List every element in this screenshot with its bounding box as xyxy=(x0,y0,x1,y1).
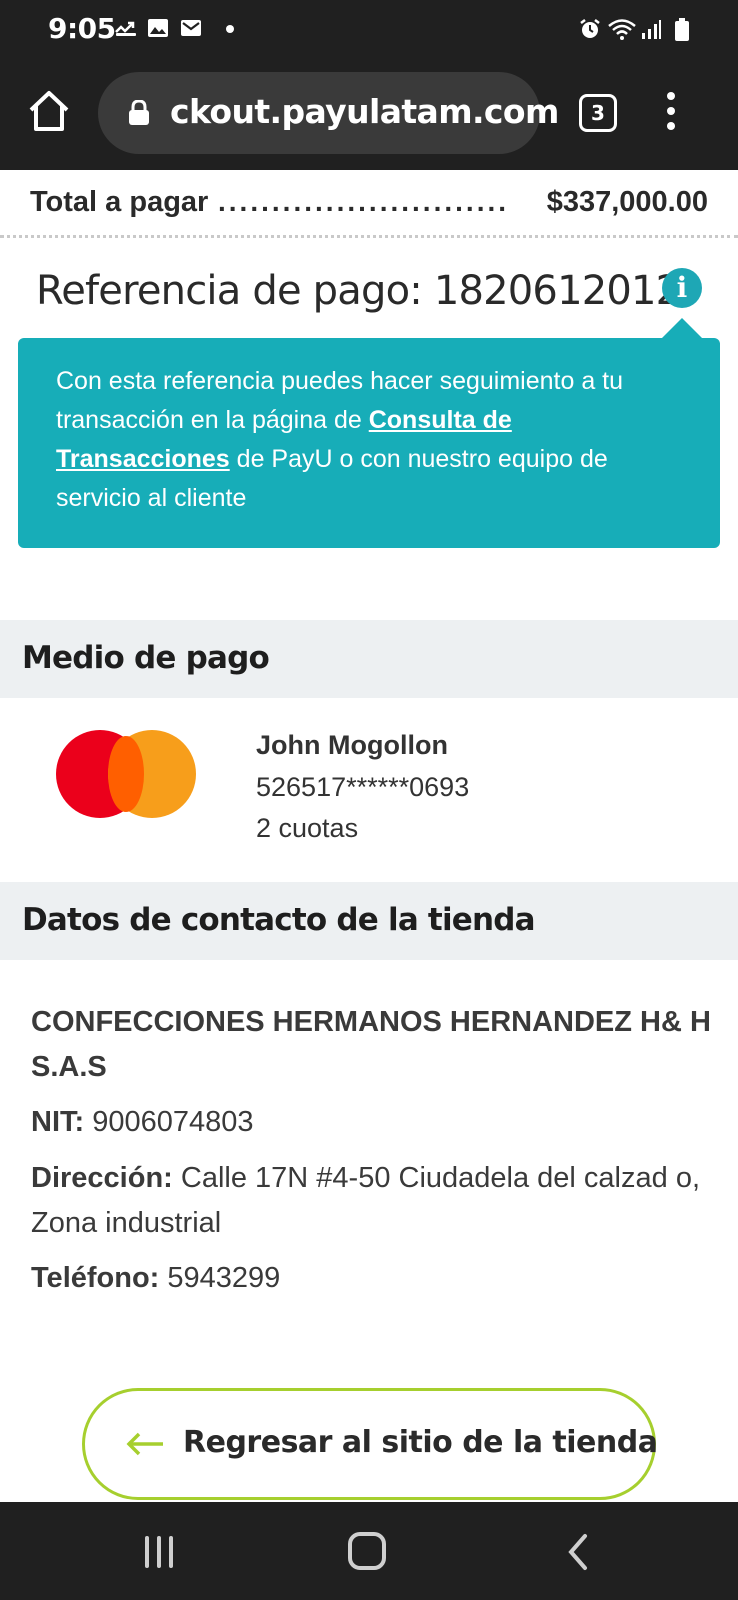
total-value: $337,000.00 xyxy=(546,186,708,218)
phone-label: Teléfono: xyxy=(31,1262,160,1294)
tab-switcher-button[interactable]: 3 xyxy=(579,94,617,132)
lock-icon xyxy=(129,100,149,125)
mastercard-logo xyxy=(56,730,196,818)
store-nit: NIT: 9006074803 xyxy=(31,1100,721,1145)
store-contact-title: Datos de contacto de la tienda xyxy=(22,902,536,938)
tooltip-text: Con esta referencia puedes hacer seguimi… xyxy=(56,362,686,518)
browser-toolbar: ckout.payulatam.com 3 xyxy=(0,58,738,170)
wifi-icon xyxy=(608,19,636,40)
store-phone: Teléfono: 5943299 xyxy=(31,1256,721,1301)
recents-icon[interactable] xyxy=(143,1534,179,1570)
address-label: Dirección: xyxy=(31,1162,173,1194)
url-text: ckout.payulatam.com xyxy=(170,92,559,131)
missed-call-icon xyxy=(115,21,136,36)
back-icon[interactable] xyxy=(563,1532,593,1572)
installments: 2 cuotas xyxy=(256,813,359,843)
return-to-store-button[interactable]: Regresar al sitio de la tienda xyxy=(82,1388,658,1500)
battery-icon xyxy=(675,18,689,41)
payment-method-title: Medio de pago xyxy=(22,640,270,676)
card-number: 526517******0693 xyxy=(256,772,470,802)
nit-value: 9006074803 xyxy=(92,1106,254,1138)
mail-icon xyxy=(181,20,201,36)
arrow-left-icon xyxy=(126,1432,163,1456)
phone-value: 5943299 xyxy=(167,1262,281,1294)
status-time: 9:05 xyxy=(48,12,116,45)
notification-dot-icon xyxy=(226,25,234,33)
total-row: Total a pagar ..........................… xyxy=(0,172,738,238)
signal-icon xyxy=(642,20,661,39)
android-nav-bar xyxy=(0,1502,738,1600)
card-holder-name: John Mogollon xyxy=(256,730,448,760)
gallery-icon xyxy=(148,19,168,37)
store-name: CONFECCIONES HERMANOS HERNANDEZ H& H S.A… xyxy=(31,1006,711,1083)
more-vert-icon[interactable] xyxy=(664,92,678,136)
total-label: Total a pagar xyxy=(30,186,209,218)
store-contact-header: Datos de contacto de la tienda xyxy=(0,882,738,960)
address-bar[interactable]: ckout.payulatam.com xyxy=(98,72,559,154)
home-nav-icon[interactable] xyxy=(348,1532,386,1570)
store-address: Dirección: Calle 17N #4-50 Ciudadela del… xyxy=(31,1156,721,1246)
return-button-label: Regresar al sitio de la tienda xyxy=(183,1425,658,1460)
payment-method-header: Medio de pago xyxy=(0,620,738,698)
info-icon[interactable]: i xyxy=(662,268,702,308)
status-bar: 9:05 xyxy=(0,0,738,58)
alarm-icon xyxy=(580,19,600,38)
tooltip-arrow xyxy=(660,318,704,340)
payment-reference-title: Referencia de pago: 1820612012 xyxy=(36,268,681,314)
tooltip-text-before: Con esta referencia puedes hacer seguimi… xyxy=(56,367,624,434)
nit-label: NIT: xyxy=(31,1106,85,1138)
reference-tooltip: Con esta referencia puedes hacer seguimi… xyxy=(18,338,720,548)
total-dots: ............................ xyxy=(218,186,508,217)
home-icon[interactable] xyxy=(26,88,72,134)
